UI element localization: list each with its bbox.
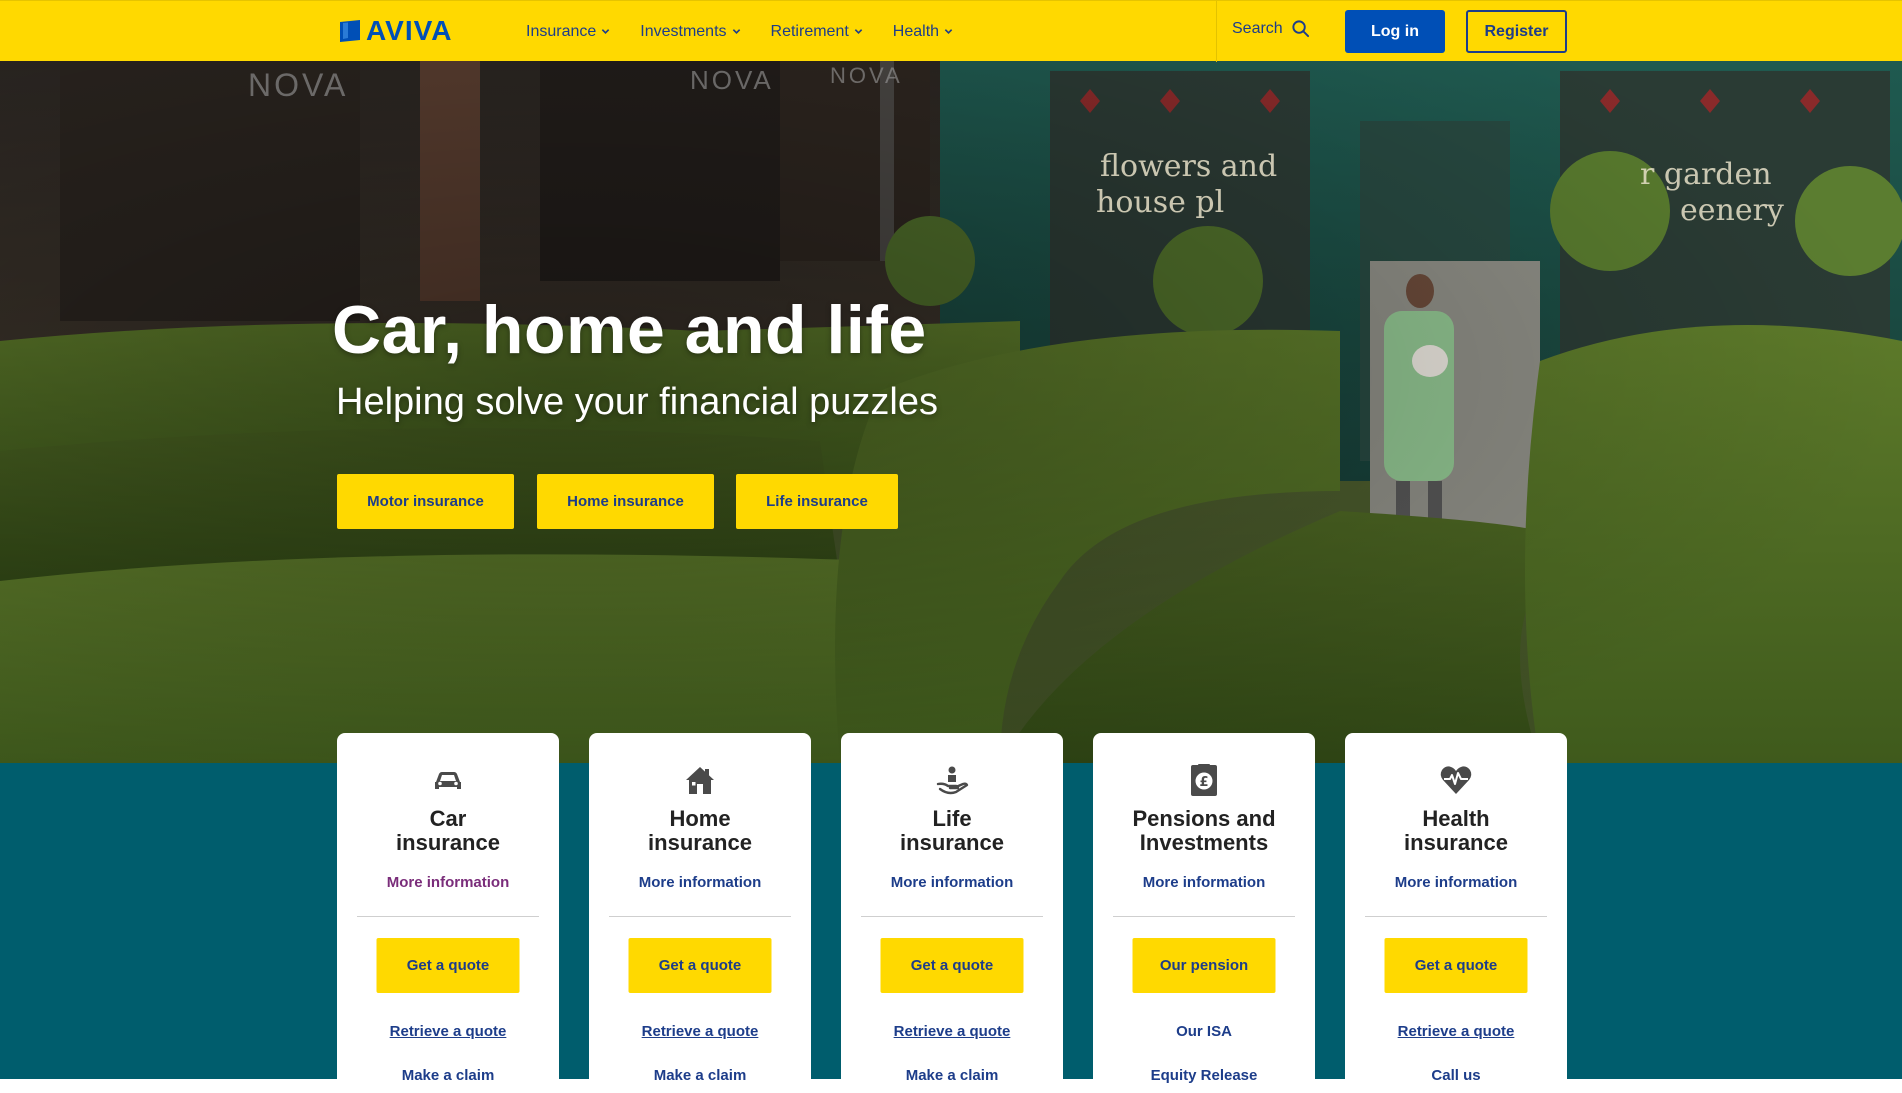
chevron-down-icon [602, 29, 610, 34]
nav-investments[interactable]: Investments [640, 23, 740, 41]
our-isa-link[interactable]: Our ISA [1093, 1023, 1315, 1040]
nav-insurance[interactable]: Insurance [526, 23, 610, 41]
search-button[interactable]: Search [1232, 19, 1310, 38]
more-information-link[interactable]: More information [337, 874, 559, 891]
pound-document-icon: £ [1191, 764, 1217, 796]
life-insurance-button[interactable]: Life insurance [736, 474, 898, 529]
nav-retirement[interactable]: Retirement [771, 23, 863, 41]
retrieve-a-quote-link[interactable]: Retrieve a quote [337, 1023, 559, 1040]
retrieve-a-quote-link[interactable]: Retrieve a quote [589, 1023, 811, 1040]
get-a-quote-button[interactable]: Get a quote [1384, 938, 1528, 993]
header-divider [1216, 1, 1217, 62]
divider [861, 916, 1043, 917]
divider [609, 916, 791, 917]
retrieve-a-quote-link[interactable]: Retrieve a quote [841, 1023, 1063, 1040]
search-label: Search [1232, 19, 1283, 37]
nav-label: Investments [640, 22, 727, 40]
product-card-health: Health insurance More information Get a q… [1345, 733, 1567, 1093]
make-a-claim-link[interactable]: Make a claim [841, 1067, 1063, 1084]
card-title: Pensions and Investments [1132, 806, 1276, 855]
shop-sign: NOVA [248, 67, 349, 103]
site-header: AVIVA Insurance Investments Retirement H… [0, 0, 1902, 62]
nav-label: Insurance [526, 22, 597, 40]
heart-pulse-icon [1440, 766, 1472, 794]
divider [1365, 916, 1547, 917]
nav-label: Retirement [770, 22, 849, 40]
hero-background-image [0, 61, 1902, 763]
divider [357, 916, 539, 917]
call-us-link[interactable]: Call us [1345, 1067, 1567, 1084]
get-a-quote-button[interactable]: Get a quote [376, 938, 520, 993]
log-in-button[interactable]: Log in [1345, 10, 1445, 53]
search-icon [1292, 20, 1309, 38]
shop-sign: eenery [1680, 193, 1784, 228]
chevron-down-icon [854, 29, 863, 34]
home-insurance-button[interactable]: Home insurance [537, 474, 714, 529]
make-a-claim-link[interactable]: Make a claim [589, 1067, 811, 1084]
equity-release-link[interactable]: Equity Release [1093, 1067, 1315, 1084]
nav-label: Health [892, 22, 940, 40]
shop-sign: house pl [1096, 185, 1225, 220]
aviva-flag-icon [340, 20, 360, 42]
more-information-link[interactable]: More information [589, 874, 811, 891]
divider [1113, 916, 1295, 917]
car-icon [435, 772, 461, 789]
chevron-down-icon [944, 29, 953, 34]
shop-sign: NOVA [830, 63, 903, 88]
hero-subtitle: Helping solve your financial puzzles [336, 381, 938, 423]
more-information-link[interactable]: More information [1345, 874, 1567, 891]
card-title: Car insurance [396, 806, 500, 855]
card-title: Home insurance [648, 806, 752, 855]
motor-insurance-button[interactable]: Motor insurance [337, 474, 514, 529]
register-button[interactable]: Register [1466, 10, 1567, 53]
card-title: Health insurance [1404, 806, 1508, 855]
svg-text:£: £ [1199, 775, 1208, 790]
product-card-car: Car insurance More information Get a quot… [337, 733, 559, 1093]
shop-sign: NOVA [690, 65, 774, 95]
house-icon [686, 767, 714, 794]
card-title: Life insurance [900, 806, 1004, 855]
product-card-life: Life insurance More information Get a quo… [841, 733, 1063, 1093]
hero-title: Car, home and life [332, 292, 927, 368]
product-card-home: Home insurance More information Get a quo… [589, 733, 811, 1093]
aviva-logo[interactable]: AVIVA [340, 15, 453, 46]
hand-person-icon [936, 766, 969, 795]
shop-sign: flowers and [1100, 149, 1278, 184]
our-pension-button[interactable]: Our pension [1132, 938, 1276, 993]
get-a-quote-button[interactable]: Get a quote [880, 938, 1024, 993]
get-a-quote-button[interactable]: Get a quote [628, 938, 772, 993]
make-a-claim-link[interactable]: Make a claim [337, 1067, 559, 1084]
logo-text: AVIVA [366, 15, 453, 46]
hero-banner: NOVA NOVA NOVA flowers and house pl r ga… [0, 61, 1902, 763]
main-nav: Insurance Investments Retirement Health [526, 1, 983, 62]
more-information-link[interactable]: More information [841, 874, 1063, 891]
product-card-pensions: £ Pensions and Investments More informati… [1093, 733, 1315, 1093]
nav-health[interactable]: Health [893, 23, 953, 41]
shop-sign: r garden [1640, 157, 1772, 192]
more-information-link[interactable]: More information [1093, 874, 1315, 891]
chevron-down-icon [732, 29, 740, 34]
retrieve-a-quote-link[interactable]: Retrieve a quote [1345, 1023, 1567, 1040]
